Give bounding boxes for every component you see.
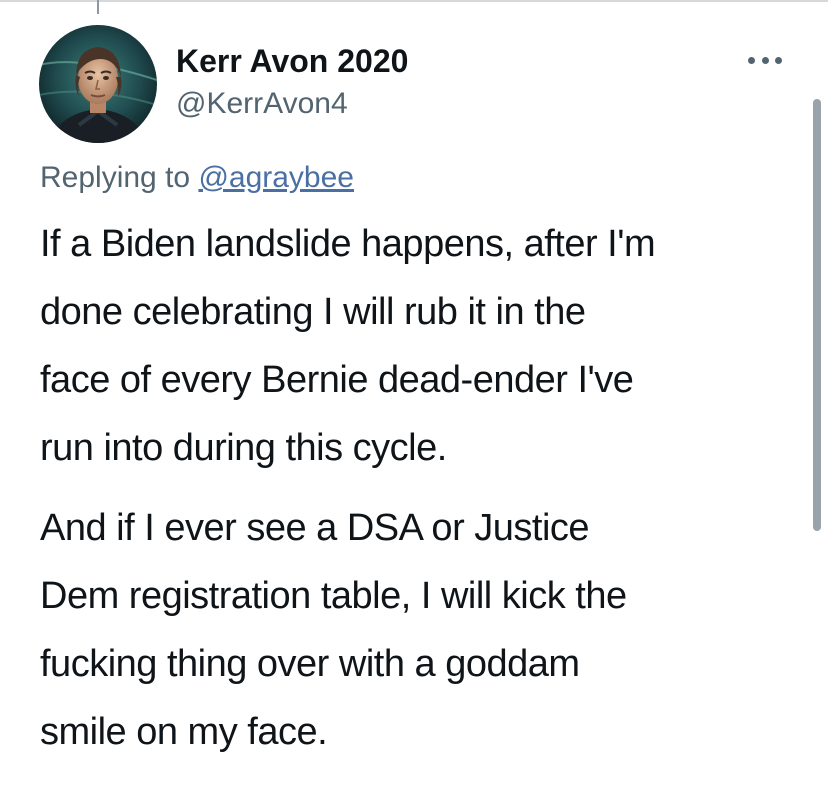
tweet-text-line: smile on my face.: [40, 711, 328, 753]
tweet-text-line: Dem registration table, I will kick the: [40, 575, 627, 617]
mention-link[interactable]: @agraybee: [198, 161, 354, 194]
tweet-text-line: done celebrating I will rub it in the: [40, 291, 586, 333]
replying-to: Replying to @agraybee: [40, 158, 354, 198]
replying-to-label: Replying to: [40, 161, 191, 194]
tweet-text-line: run into during this cycle.: [40, 427, 447, 469]
author-display-name[interactable]: Kerr Avon 2020: [176, 42, 408, 80]
tweet-text-line: If a Biden landslide happens, after I'm: [40, 223, 656, 265]
tweet-paragraph: If a Biden landslide happens, after I'm …: [40, 210, 800, 482]
top-divider: [0, 0, 828, 2]
avatar[interactable]: [39, 25, 157, 143]
tweet-text-line: And if I ever see a DSA or Justice: [40, 507, 590, 549]
more-horizontal-icon-dot: [761, 56, 769, 64]
scrollbar[interactable]: [813, 99, 821, 531]
more-options-button[interactable]: [742, 48, 788, 72]
thread-connector-line: [97, 0, 99, 14]
tweet-text-line: fucking thing over with a goddam: [40, 643, 580, 685]
more-horizontal-icon: [748, 56, 755, 64]
tweet-paragraph: And if I ever see a DSA or Justice Dem r…: [40, 494, 800, 766]
tweet-page: Kerr Avon 2020 @KerrAvon4 Replying to @a…: [0, 0, 828, 795]
avatar-image: [39, 25, 157, 143]
tweet-text-line: face of every Bernie dead-ender I've: [40, 359, 634, 401]
more-horizontal-icon-dot: [775, 56, 782, 64]
author-handle[interactable]: @KerrAvon4: [176, 86, 348, 122]
